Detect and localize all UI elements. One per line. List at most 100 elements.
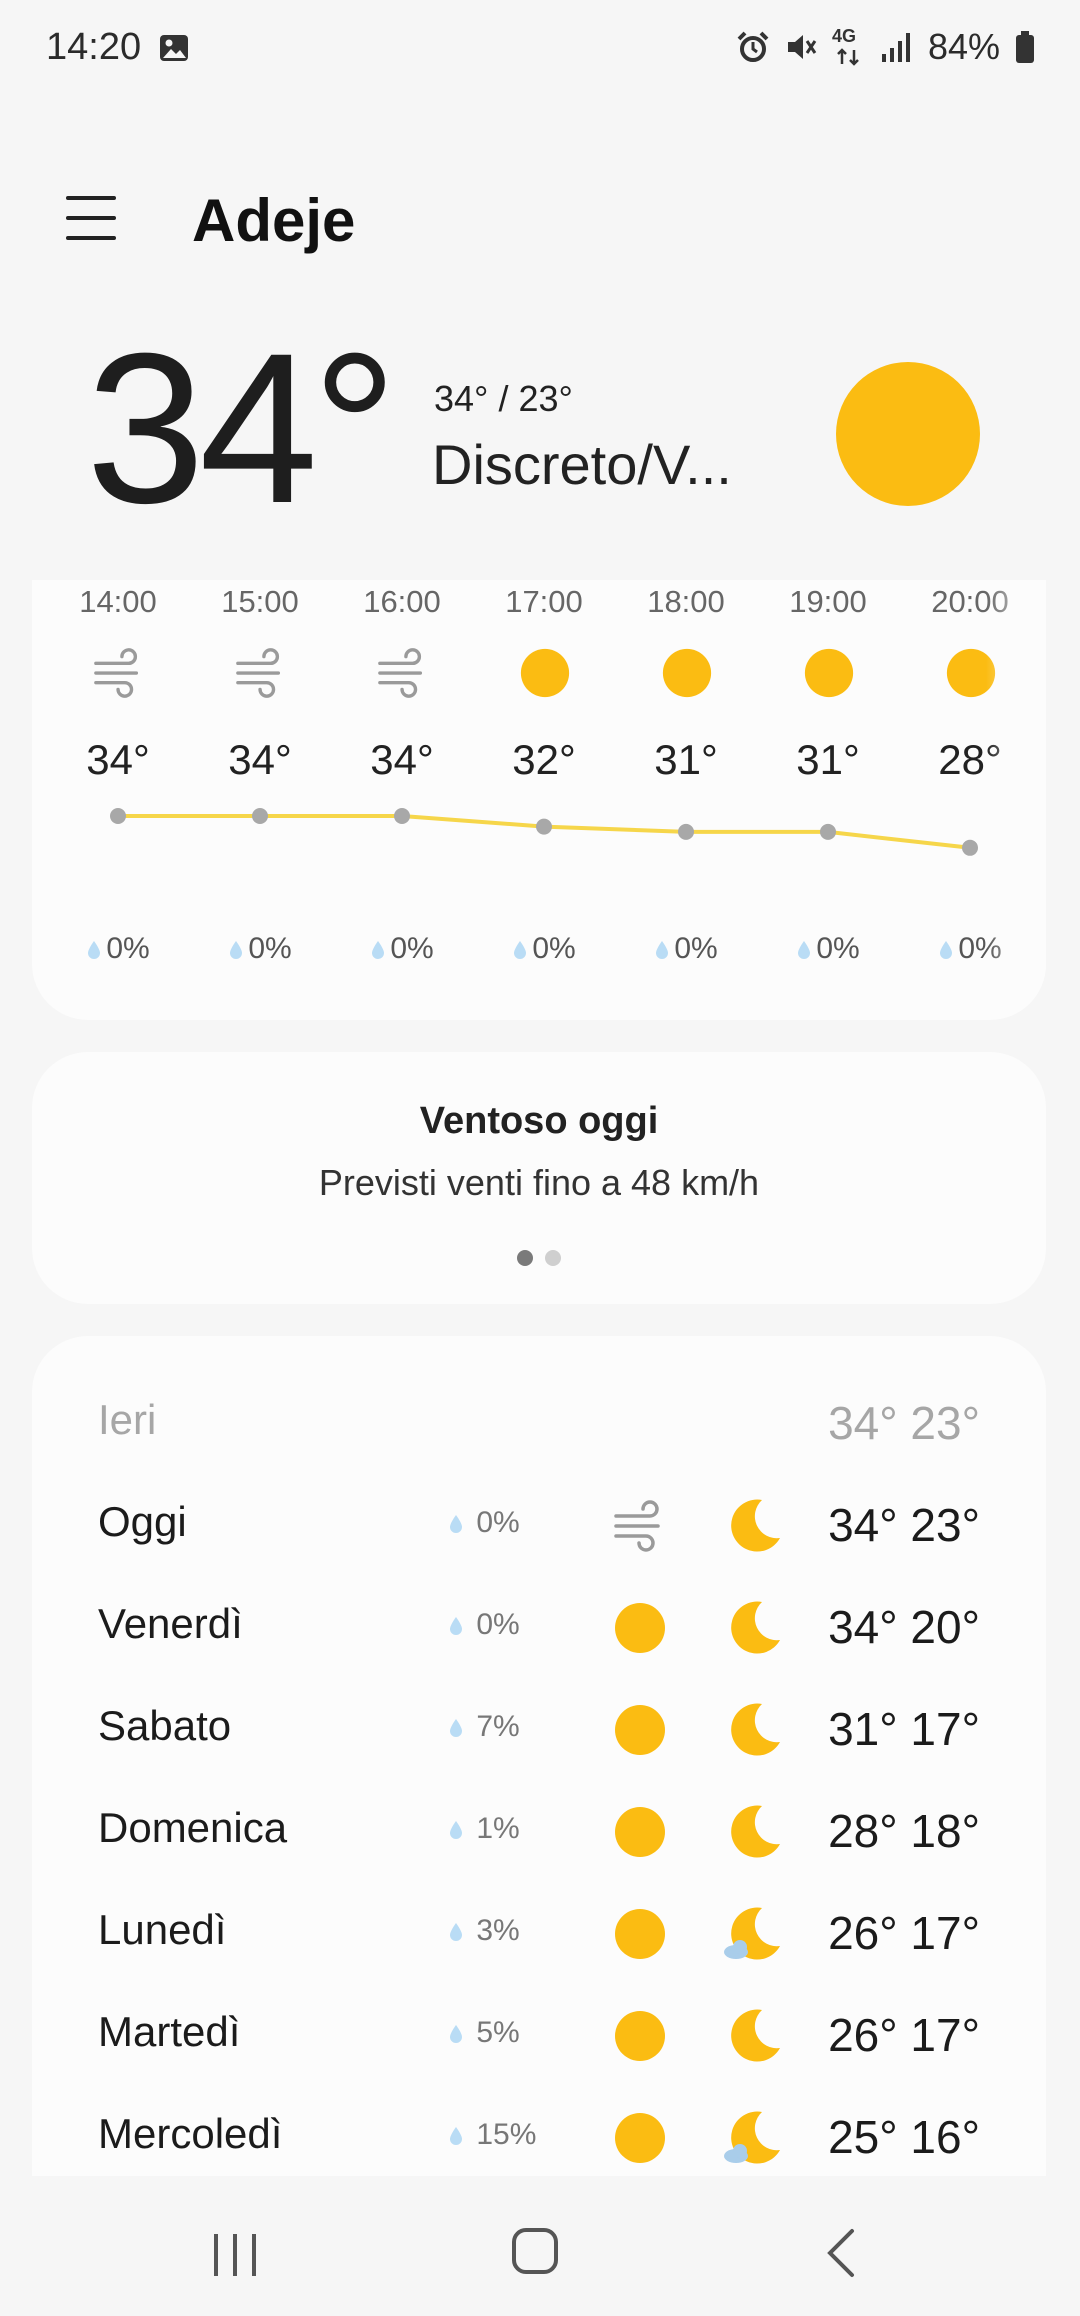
page-indicator xyxy=(32,1250,1046,1271)
back-button[interactable] xyxy=(824,2228,858,2278)
day-label: Sabato xyxy=(98,1702,232,1749)
temperature-point xyxy=(110,808,126,824)
sun-icon xyxy=(612,1804,668,1860)
daily-row[interactable]: Domenica 1% 28° 18° xyxy=(32,1784,1046,1886)
day-label: Martedì xyxy=(98,2008,241,2055)
page-dot xyxy=(517,1250,533,1266)
daily-row[interactable]: Martedì 5% 26° 17° xyxy=(32,1988,1046,2090)
day-precipitation: 0% xyxy=(448,1506,520,1540)
wind-icon xyxy=(612,1498,668,1554)
day-temperatures: 26° 17° xyxy=(828,2009,980,2061)
daily-forecast-card[interactable]: Ieri 34° 23° Oggi 0% 34° 23° Venerdì 0% 34°… xyxy=(32,1336,1046,2176)
hour-label: 19:00 xyxy=(789,584,867,619)
data-arrows-icon xyxy=(837,48,859,66)
mute-icon xyxy=(787,35,817,59)
day-temperatures: 28° 18° xyxy=(828,1805,980,1857)
temperature-point xyxy=(678,823,694,840)
day-temperatures: 31° 17° xyxy=(828,1703,980,1755)
status-bar: 14:20 4G 84% xyxy=(0,0,1080,96)
hour-temperature: 34° xyxy=(370,736,434,783)
network-type: 4G xyxy=(831,26,856,46)
wind-icon xyxy=(234,646,288,700)
high-low-temperature: 34° / 23° xyxy=(434,378,573,419)
hour-precipitation: 0% xyxy=(768,932,888,966)
sun-icon xyxy=(612,2110,668,2166)
location-title: Adeje xyxy=(192,187,356,254)
network-indicator: 4G xyxy=(831,26,866,66)
hour-temperature: 32° xyxy=(512,736,576,783)
weather-alert-card[interactable]: Ventoso oggi Previsti venti fino a 48 km… xyxy=(32,1052,1046,1304)
alert-title: Ventoso oggi xyxy=(419,1100,659,1142)
daily-row[interactable]: Ieri 34° 23° xyxy=(32,1376,1046,1478)
hour-temperature: 31° xyxy=(654,736,718,783)
day-temperatures: 34° 23° xyxy=(828,1397,980,1449)
menu-icon[interactable] xyxy=(66,196,122,242)
sun-icon xyxy=(612,1600,668,1656)
hourly-forecast-card[interactable]: 14:00 34° 0% 15:00 34° 0% 16:00 34° 0% 17:00 32… xyxy=(32,580,1046,1020)
battery-percent: 84% xyxy=(927,26,1000,67)
moon-icon xyxy=(722,2004,786,2068)
day-temperatures: 34° 20° xyxy=(828,1601,980,1653)
day-precipitation: 5% xyxy=(448,2016,520,2050)
day-temperatures: 34° 23° xyxy=(828,1499,980,1551)
hour-label: 14:00 xyxy=(79,584,157,619)
sun-icon xyxy=(612,1702,668,1758)
moon-icon xyxy=(722,1596,786,1660)
moon-cloud-icon xyxy=(722,2106,786,2170)
sun-icon xyxy=(660,646,714,700)
sun-icon xyxy=(612,1906,668,1962)
current-condition: Discreto/V... xyxy=(432,433,732,496)
battery-icon xyxy=(1016,31,1034,63)
sun-icon xyxy=(518,646,572,700)
current-sun-icon xyxy=(836,362,980,506)
moon-icon xyxy=(722,1800,786,1864)
day-label: Oggi xyxy=(98,1498,187,1545)
navigation-bar xyxy=(0,2176,1080,2316)
signal-icon xyxy=(881,33,910,62)
day-precipitation: 15% xyxy=(448,2118,536,2152)
hour-temperature: 34° xyxy=(86,736,150,783)
day-label: Venerdì xyxy=(98,1600,243,1647)
day-precipitation: 1% xyxy=(448,1812,520,1846)
hour-temperature: 31° xyxy=(796,736,860,783)
day-temperatures: 26° 17° xyxy=(828,1907,980,1959)
daily-row[interactable]: Lunedì 3% 26° 17° xyxy=(32,1886,1046,1988)
status-time: 14:20 xyxy=(46,26,142,68)
temperature-point xyxy=(820,823,836,840)
day-label: Domenica xyxy=(98,1804,288,1851)
alert-message: Previsti venti fino a 48 km/h xyxy=(318,1162,760,1203)
hour-precipitation: 0% xyxy=(200,932,320,966)
hour-label: 16:00 xyxy=(363,584,441,619)
daily-row[interactable]: Mercoledì 15% 25° 16° xyxy=(32,2090,1046,2176)
sun-icon xyxy=(802,646,856,700)
home-button[interactable] xyxy=(512,2228,558,2274)
day-label: Ieri xyxy=(98,1396,157,1443)
day-label: Lunedì xyxy=(98,1906,227,1953)
hour-label: 18:00 xyxy=(647,584,725,619)
daily-row[interactable]: Venerdì 0% 34° 20° xyxy=(32,1580,1046,1682)
status-icons: 4G 84% xyxy=(736,26,1036,68)
temperature-point xyxy=(252,808,268,824)
temperature-point xyxy=(536,818,552,835)
daily-row[interactable]: Oggi 0% 34° 23° xyxy=(32,1478,1046,1580)
hour-precipitation: 0% xyxy=(484,932,604,966)
wind-icon xyxy=(376,646,430,700)
moon-cloud-icon xyxy=(722,1902,786,1966)
scroll-fade xyxy=(986,580,1046,1020)
temperature-point xyxy=(962,839,978,856)
current-temperature: 34° xyxy=(86,309,398,548)
daily-row[interactable]: Sabato 7% 31° 17° xyxy=(32,1682,1046,1784)
temperature-point xyxy=(394,808,410,824)
hour-precipitation: 0% xyxy=(626,932,746,966)
wind-icon xyxy=(92,646,146,700)
day-precipitation: 0% xyxy=(448,1608,520,1642)
recent-apps-button[interactable] xyxy=(212,2232,258,2278)
hour-temperature: 34° xyxy=(228,736,292,783)
day-label: Mercoledì xyxy=(98,2110,283,2157)
day-temperatures: 25° 16° xyxy=(828,2111,980,2163)
sun-icon xyxy=(612,2008,668,2064)
day-precipitation: 7% xyxy=(448,1710,520,1744)
alarm-icon xyxy=(737,31,769,62)
hour-label: 15:00 xyxy=(221,584,299,619)
day-precipitation: 3% xyxy=(448,1914,520,1948)
